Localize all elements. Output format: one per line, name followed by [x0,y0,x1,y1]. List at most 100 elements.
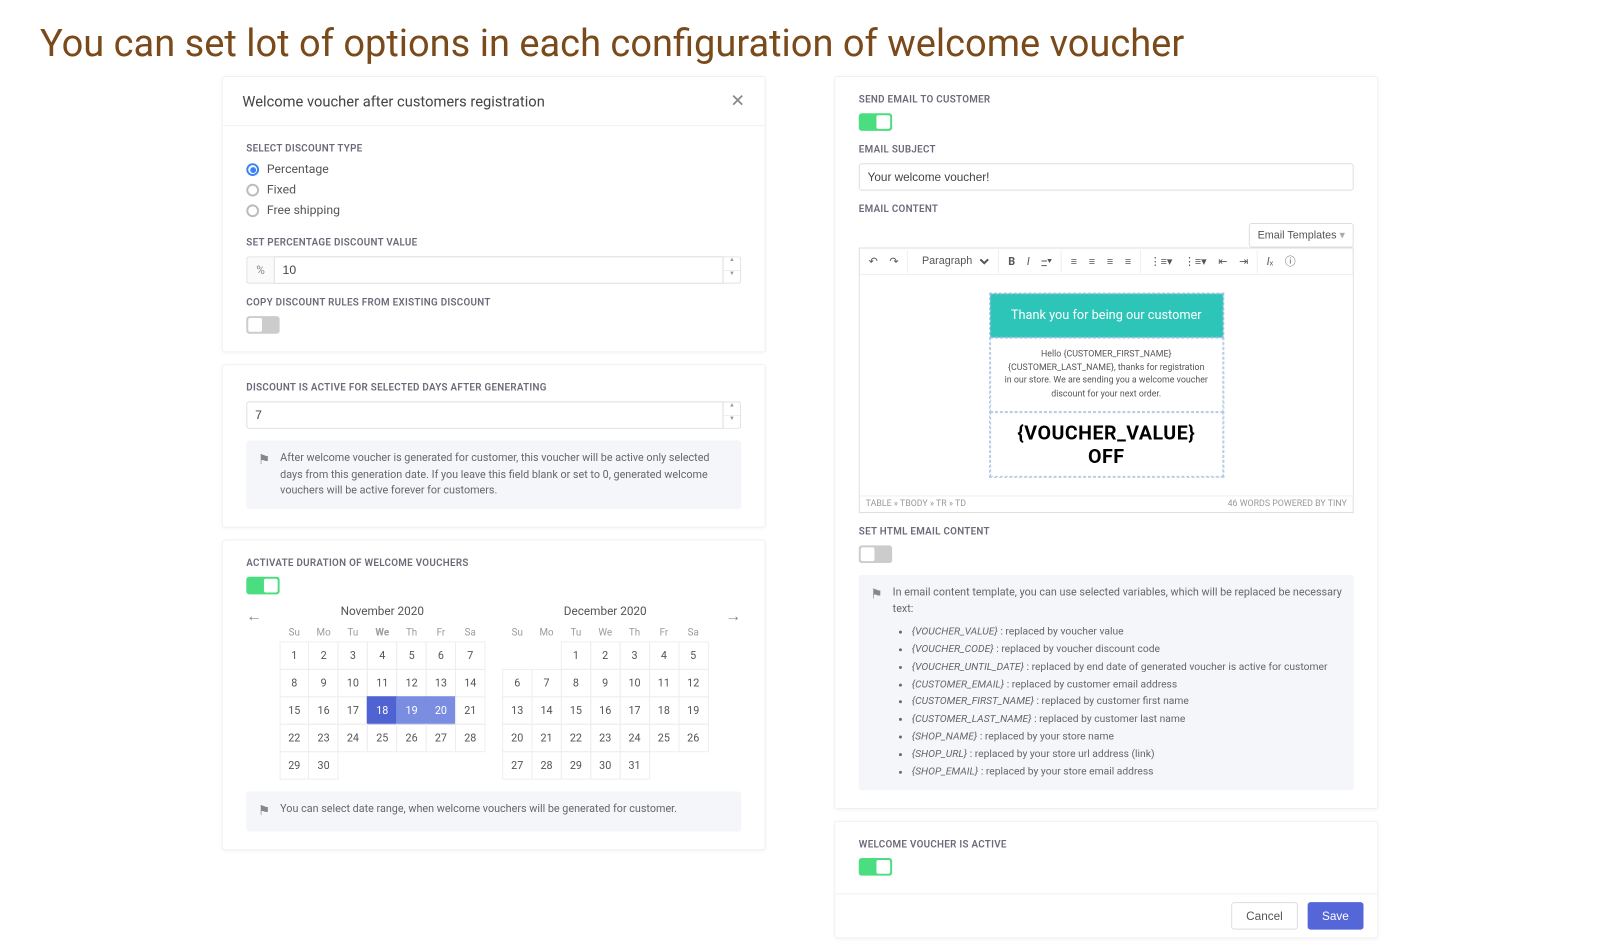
calendar-day[interactable]: 27 [502,751,532,779]
calendar-day[interactable]: 26 [678,724,708,752]
clear-format-icon[interactable]: Iₓ [1264,253,1276,270]
align-justify-icon[interactable]: ≡ [1122,253,1134,270]
calendar-day[interactable]: 2 [308,641,338,669]
calendar-day[interactable]: 9 [590,669,620,697]
ul-icon[interactable]: ⋮≡▾ [1147,253,1175,270]
variable-list: {VOUCHER_VALUE} : replaced by voucher va… [894,623,1342,780]
calendar-day[interactable]: 20 [502,724,532,752]
calendar-day[interactable]: 22 [279,724,309,752]
calendar-day[interactable]: 30 [590,751,620,779]
calendar-day[interactable]: 4 [367,641,397,669]
ol-icon[interactable]: ⋮≡▾ [1181,253,1209,270]
calendar-day[interactable]: 7 [531,669,561,697]
editor-body[interactable]: Thank you for being our customer Hello {… [860,275,1353,496]
calendar-day[interactable]: 13 [426,669,456,697]
calendar-day[interactable]: 10 [338,669,368,697]
discount-type-radio[interactable]: Fixed [246,183,741,198]
calendar-day[interactable]: 24 [338,724,368,752]
calendar-day[interactable]: 3 [619,641,649,669]
calendar-day[interactable]: 23 [308,724,338,752]
calendar-day[interactable]: 15 [561,696,591,724]
calendar-day[interactable]: 12 [678,669,708,697]
calendar-day[interactable]: 15 [279,696,309,724]
calendar-day[interactable]: 25 [649,724,679,752]
calendar-day[interactable]: 27 [426,724,456,752]
template-body: Hello {CUSTOMER_FIRST_NAME} {CUSTOMER_LA… [990,338,1223,412]
active-days-input[interactable] [246,401,723,428]
calendar-day[interactable]: 2 [590,641,620,669]
calendar-day[interactable]: 5 [678,641,708,669]
duration-toggle[interactable] [246,576,279,594]
next-month-icon[interactable]: → [726,606,742,626]
calendar-day[interactable]: 11 [367,669,397,697]
color-icon[interactable]: ⎯▾ [1039,252,1056,270]
send-email-toggle[interactable] [859,113,892,131]
calendar-day[interactable]: 13 [502,696,532,724]
calendar-day[interactable]: 1 [561,641,591,669]
calendar-day[interactable]: 22 [561,724,591,752]
calendar-day[interactable]: 17 [338,696,368,724]
align-left-icon[interactable]: ≡ [1068,253,1080,270]
bold-icon[interactable]: B [1005,253,1018,270]
undo-icon[interactable]: ↶ [866,253,881,270]
calendar-day[interactable]: 6 [426,641,456,669]
calendar-day[interactable]: 8 [561,669,591,697]
calendar-day[interactable]: 8 [279,669,309,697]
calendar-day[interactable]: 16 [590,696,620,724]
calendar-day[interactable]: 24 [619,724,649,752]
outdent-icon[interactable]: ⇤ [1215,253,1230,270]
indent-icon[interactable]: ⇥ [1236,253,1251,270]
save-button[interactable]: Save [1307,902,1363,929]
calendar-day[interactable]: 1 [279,641,309,669]
calendar-day[interactable]: 20 [426,696,456,724]
calendar-day[interactable]: 19 [678,696,708,724]
discount-type-radio[interactable]: Free shipping [246,203,741,218]
pct-spinner[interactable]: ▲▼ [724,256,742,283]
calendar-day[interactable]: 16 [308,696,338,724]
close-icon[interactable]: ✕ [730,91,745,112]
redo-icon[interactable]: ↷ [886,253,901,270]
variable-item: {SHOP_URL} : replaced by your store url … [912,745,1342,762]
calendar-day[interactable]: 19 [396,696,426,724]
calendar-day[interactable]: 6 [502,669,532,697]
calendar-day[interactable]: 11 [649,669,679,697]
calendar-day[interactable]: 23 [590,724,620,752]
calendar-day[interactable]: 28 [531,751,561,779]
paragraph-select[interactable]: Paragraph [914,252,992,270]
email-templates-button[interactable]: Email Templates [1249,223,1354,248]
calendar-day[interactable]: 17 [619,696,649,724]
cancel-button[interactable]: Cancel [1231,902,1297,929]
calendar-day[interactable]: 26 [396,724,426,752]
calendar-day[interactable]: 25 [367,724,397,752]
calendar-day[interactable]: 21 [455,696,485,724]
calendar-day[interactable]: 12 [396,669,426,697]
copy-toggle[interactable] [246,316,279,334]
pct-input[interactable] [274,256,724,283]
discount-type-radio[interactable]: Percentage [246,162,741,177]
calendar-day[interactable]: 29 [279,751,309,779]
align-center-icon[interactable]: ≡ [1086,253,1098,270]
active-days-spinner[interactable]: ▲▼ [724,401,742,428]
italic-icon[interactable]: I [1024,253,1033,270]
voucher-active-toggle[interactable] [859,858,892,876]
calendar-day[interactable]: 3 [338,641,368,669]
calendar-day[interactable]: 7 [455,641,485,669]
calendar-day[interactable]: 29 [561,751,591,779]
calendar-day[interactable]: 5 [396,641,426,669]
calendar-day[interactable]: 14 [455,669,485,697]
align-right-icon[interactable]: ≡ [1104,253,1116,270]
calendar-day[interactable]: 14 [531,696,561,724]
calendar-day[interactable]: 4 [649,641,679,669]
calendar-day[interactable]: 31 [619,751,649,779]
html-content-toggle[interactable] [859,545,892,563]
calendar-day[interactable]: 21 [531,724,561,752]
help-icon[interactable]: ⓘ [1282,251,1299,271]
calendar-day[interactable]: 18 [367,696,397,724]
calendar-day[interactable]: 30 [308,751,338,779]
calendar-day[interactable]: 10 [619,669,649,697]
calendar-day[interactable]: 28 [455,724,485,752]
subject-input[interactable] [859,163,1354,190]
calendar-day[interactable]: 18 [649,696,679,724]
calendar-day[interactable]: 9 [308,669,338,697]
prev-month-icon[interactable]: ← [246,606,262,626]
